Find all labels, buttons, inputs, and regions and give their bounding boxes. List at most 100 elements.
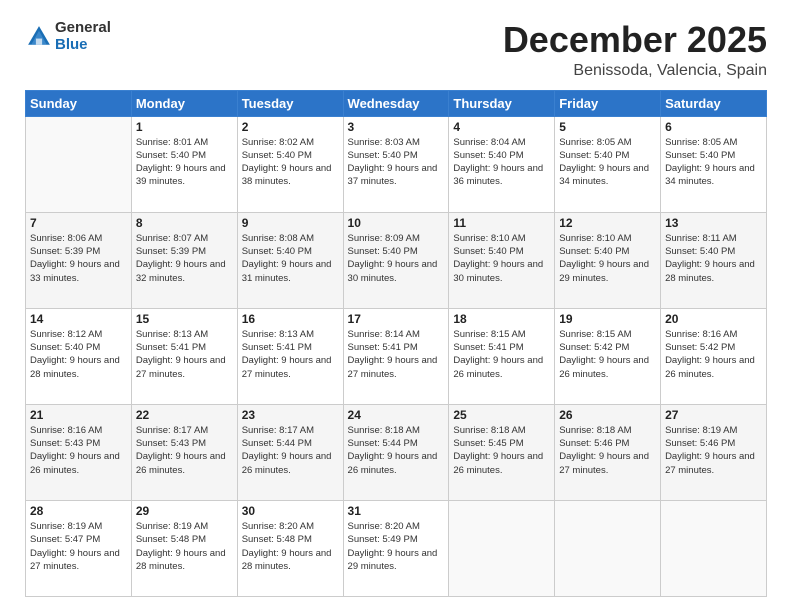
calendar-cell: 19 Sunrise: 8:15 AMSunset: 5:42 PMDayligh… — [555, 308, 661, 404]
day-number: 3 — [348, 120, 445, 134]
day-number: 22 — [136, 408, 233, 422]
day-number: 7 — [30, 216, 127, 230]
day-info: Sunrise: 8:10 AMSunset: 5:40 PMDaylight:… — [559, 232, 656, 285]
calendar-cell: 29 Sunrise: 8:19 AMSunset: 5:48 PMDayligh… — [131, 500, 237, 596]
calendar-cell: 5 Sunrise: 8:05 AMSunset: 5:40 PMDaylight… — [555, 116, 661, 212]
calendar-cell: 15 Sunrise: 8:13 AMSunset: 5:41 PMDayligh… — [131, 308, 237, 404]
day-number: 12 — [559, 216, 656, 230]
day-number: 21 — [30, 408, 127, 422]
day-number: 9 — [242, 216, 339, 230]
day-info: Sunrise: 8:14 AMSunset: 5:41 PMDaylight:… — [348, 328, 445, 381]
page: General Blue December 2025 Benissoda, Va… — [0, 0, 792, 612]
calendar-cell: 1 Sunrise: 8:01 AMSunset: 5:40 PMDaylight… — [131, 116, 237, 212]
calendar-cell: 6 Sunrise: 8:05 AMSunset: 5:40 PMDaylight… — [661, 116, 767, 212]
calendar-cell: 4Sunrise: 8:04 AMSunset: 5:40 PMDaylight… — [449, 116, 555, 212]
logo-icon — [25, 23, 53, 51]
day-header-monday: Monday — [131, 90, 237, 116]
logo: General Blue — [25, 20, 111, 53]
day-number: 24 — [348, 408, 445, 422]
day-info: Sunrise: 8:05 AMSunset: 5:40 PMDaylight:… — [559, 136, 656, 189]
calendar-cell: 22 Sunrise: 8:17 AMSunset: 5:43 PMDayligh… — [131, 404, 237, 500]
day-info: Sunrise: 8:20 AMSunset: 5:49 PMDaylight:… — [348, 520, 445, 573]
calendar-cell: 30 Sunrise: 8:20 AMSunset: 5:48 PMDayligh… — [237, 500, 343, 596]
day-info: Sunrise: 8:18 AMSunset: 5:46 PMDaylight:… — [559, 424, 656, 477]
logo-general: General — [55, 20, 111, 37]
day-header-friday: Friday — [555, 90, 661, 116]
calendar-cell: 17 Sunrise: 8:14 AMSunset: 5:41 PMDayligh… — [343, 308, 449, 404]
day-number: 31 — [348, 504, 445, 518]
day-info: Sunrise: 8:19 AMSunset: 5:48 PMDaylight:… — [136, 520, 233, 573]
day-number: 16 — [242, 312, 339, 326]
day-header-sunday: Sunday — [26, 90, 132, 116]
day-info: Sunrise: 8:02 AMSunset: 5:40 PMDaylight:… — [242, 136, 339, 189]
day-info: Sunrise: 8:15 AMSunset: 5:42 PMDaylight:… — [559, 328, 656, 381]
calendar-cell: 26 Sunrise: 8:18 AMSunset: 5:46 PMDayligh… — [555, 404, 661, 500]
day-info: Sunrise: 8:17 AMSunset: 5:44 PMDaylight:… — [242, 424, 339, 477]
main-title: December 2025 — [503, 20, 767, 60]
day-header-tuesday: Tuesday — [237, 90, 343, 116]
day-info: Sunrise: 8:11 AMSunset: 5:40 PMDaylight:… — [665, 232, 762, 285]
calendar-cell: 3 Sunrise: 8:03 AMSunset: 5:40 PMDaylight… — [343, 116, 449, 212]
day-number: 19 — [559, 312, 656, 326]
calendar-cell: 2 Sunrise: 8:02 AMSunset: 5:40 PMDaylight… — [237, 116, 343, 212]
calendar-cell: 8 Sunrise: 8:07 AMSunset: 5:39 PMDaylight… — [131, 212, 237, 308]
calendar-table: SundayMondayTuesdayWednesdayThursdayFrid… — [25, 90, 767, 597]
day-info: Sunrise: 8:01 AMSunset: 5:40 PMDaylight:… — [136, 136, 233, 189]
calendar-cell: 16Sunrise: 8:13 AMSunset: 5:41 PMDayligh… — [237, 308, 343, 404]
day-info: Sunrise: 8:18 AMSunset: 5:45 PMDaylight:… — [453, 424, 550, 477]
day-number: 5 — [559, 120, 656, 134]
day-number: 1 — [136, 120, 233, 134]
day-info: Sunrise: 8:07 AMSunset: 5:39 PMDaylight:… — [136, 232, 233, 285]
day-info: Sunrise: 8:13 AMSunset: 5:41 PMDaylight:… — [136, 328, 233, 381]
day-info: Sunrise: 8:12 AMSunset: 5:40 PMDaylight:… — [30, 328, 127, 381]
day-info: Sunrise: 8:03 AMSunset: 5:40 PMDaylight:… — [348, 136, 445, 189]
day-number: 27 — [665, 408, 762, 422]
calendar-cell: 25 Sunrise: 8:18 AMSunset: 5:45 PMDayligh… — [449, 404, 555, 500]
day-number: 28 — [30, 504, 127, 518]
subtitle: Benissoda, Valencia, Spain — [503, 62, 767, 80]
calendar-cell: 14 Sunrise: 8:12 AMSunset: 5:40 PMDayligh… — [26, 308, 132, 404]
day-info: Sunrise: 8:15 AMSunset: 5:41 PMDaylight:… — [453, 328, 550, 381]
day-number: 13 — [665, 216, 762, 230]
calendar-cell — [26, 116, 132, 212]
calendar-cell: 20Sunrise: 8:16 AMSunset: 5:42 PMDayligh… — [661, 308, 767, 404]
calendar-cell — [661, 500, 767, 596]
day-number: 17 — [348, 312, 445, 326]
calendar-cell: 27Sunrise: 8:19 AMSunset: 5:46 PMDayligh… — [661, 404, 767, 500]
day-number: 11 — [453, 216, 550, 230]
title-block: December 2025 Benissoda, Valencia, Spain — [503, 20, 767, 80]
day-number: 2 — [242, 120, 339, 134]
day-number: 26 — [559, 408, 656, 422]
day-number: 15 — [136, 312, 233, 326]
day-number: 29 — [136, 504, 233, 518]
day-number: 14 — [30, 312, 127, 326]
day-info: Sunrise: 8:05 AMSunset: 5:40 PMDaylight:… — [665, 136, 762, 189]
calendar-cell — [449, 500, 555, 596]
day-info: Sunrise: 8:19 AMSunset: 5:47 PMDaylight:… — [30, 520, 127, 573]
day-header-thursday: Thursday — [449, 90, 555, 116]
calendar-cell: 24 Sunrise: 8:18 AMSunset: 5:44 PMDayligh… — [343, 404, 449, 500]
day-number: 6 — [665, 120, 762, 134]
day-number: 25 — [453, 408, 550, 422]
day-number: 23 — [242, 408, 339, 422]
logo-blue: Blue — [55, 37, 111, 54]
calendar-cell: 13 Sunrise: 8:11 AMSunset: 5:40 PMDayligh… — [661, 212, 767, 308]
day-number: 10 — [348, 216, 445, 230]
calendar-cell: 18Sunrise: 8:15 AMSunset: 5:41 PMDayligh… — [449, 308, 555, 404]
day-info: Sunrise: 8:10 AMSunset: 5:40 PMDaylight:… — [453, 232, 550, 285]
day-number: 30 — [242, 504, 339, 518]
calendar-cell: 23 Sunrise: 8:17 AMSunset: 5:44 PMDayligh… — [237, 404, 343, 500]
day-number: 8 — [136, 216, 233, 230]
day-info: Sunrise: 8:20 AMSunset: 5:48 PMDaylight:… — [242, 520, 339, 573]
day-info: Sunrise: 8:16 AMSunset: 5:43 PMDaylight:… — [30, 424, 127, 477]
day-info: Sunrise: 8:18 AMSunset: 5:44 PMDaylight:… — [348, 424, 445, 477]
header: General Blue December 2025 Benissoda, Va… — [25, 20, 767, 80]
day-number: 4 — [453, 120, 550, 134]
calendar-cell: 10Sunrise: 8:09 AMSunset: 5:40 PMDayligh… — [343, 212, 449, 308]
calendar-cell: 21 Sunrise: 8:16 AMSunset: 5:43 PMDayligh… — [26, 404, 132, 500]
day-info: Sunrise: 8:17 AMSunset: 5:43 PMDaylight:… — [136, 424, 233, 477]
calendar-cell: 9 Sunrise: 8:08 AMSunset: 5:40 PMDaylight… — [237, 212, 343, 308]
day-info: Sunrise: 8:08 AMSunset: 5:40 PMDaylight:… — [242, 232, 339, 285]
day-info: Sunrise: 8:06 AMSunset: 5:39 PMDaylight:… — [30, 232, 127, 285]
calendar-cell: 12 Sunrise: 8:10 AMSunset: 5:40 PMDayligh… — [555, 212, 661, 308]
